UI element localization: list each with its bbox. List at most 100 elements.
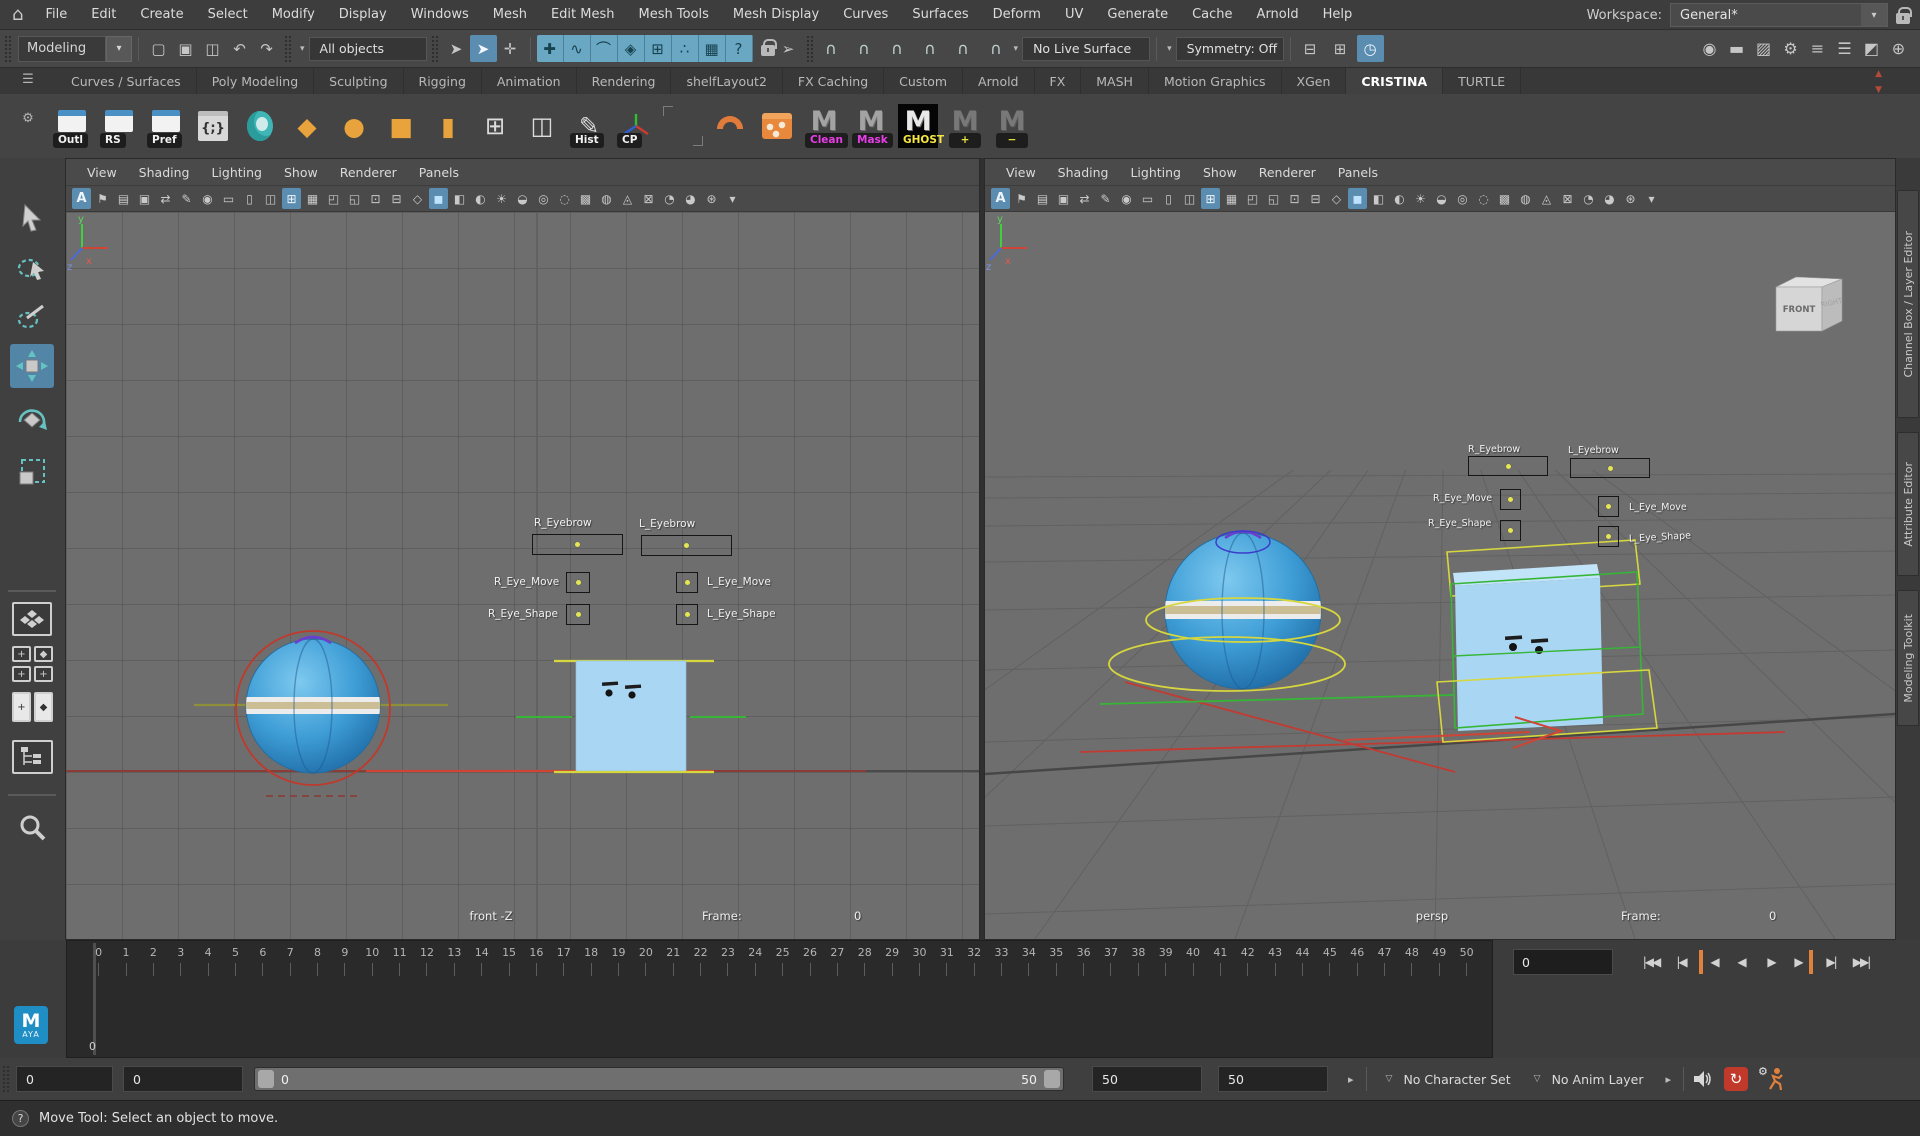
- tab-mash[interactable]: MASH: [1081, 68, 1149, 94]
- help-icon[interactable]: ?: [12, 1110, 29, 1127]
- menu-select[interactable]: Select: [196, 0, 260, 30]
- playback-loop-button[interactable]: ↻: [1724, 1067, 1748, 1091]
- layout-split-button[interactable]: ◆: [34, 692, 53, 722]
- safe-action-icon[interactable]: ◰: [1243, 188, 1262, 209]
- shadows-icon[interactable]: ◒: [513, 188, 532, 209]
- shelf-multicut-button[interactable]: ⊞: [475, 104, 515, 148]
- panel-menu-view[interactable]: View: [76, 165, 128, 180]
- tab-fx-caching[interactable]: FX Caching: [783, 68, 884, 94]
- frame-cell[interactable]: 28: [851, 943, 878, 983]
- frame-cell[interactable]: 19: [605, 943, 632, 983]
- chevron-down-icon[interactable]: ▾: [1861, 4, 1887, 26]
- tab-rendering[interactable]: Rendering: [577, 68, 672, 94]
- tab-sculpting[interactable]: Sculpting: [314, 68, 403, 94]
- select-camera-icon[interactable]: A: [991, 188, 1010, 209]
- field-chart-icon[interactable]: ▦: [1222, 188, 1241, 209]
- panel-menu-renderer[interactable]: Renderer: [1248, 165, 1327, 180]
- tab-turtle[interactable]: TURTLE: [1443, 68, 1521, 94]
- snap-to-view-plane-icon[interactable]: ∩: [950, 35, 977, 62]
- menu-help[interactable]: Help: [1311, 0, 1365, 30]
- frame-cell[interactable]: 3: [167, 943, 194, 983]
- shelf-subdiv-button[interactable]: ◆: [287, 104, 327, 148]
- menu-file[interactable]: File: [33, 0, 79, 30]
- menu-mesh-display[interactable]: Mesh Display: [721, 0, 831, 30]
- shelf-preferences-button[interactable]: Pref: [146, 104, 186, 148]
- menu-display[interactable]: Display: [327, 0, 399, 30]
- frame-cell[interactable]: 9: [331, 943, 358, 983]
- frame-cell[interactable]: 12: [413, 943, 440, 983]
- sequencer-icon[interactable]: ▦: [699, 35, 726, 62]
- r-eyebrow-control[interactable]: [1468, 456, 1548, 476]
- home-icon[interactable]: ⌂: [12, 4, 23, 25]
- lattice-icon[interactable]: ⊞: [645, 35, 672, 62]
- frame-cell[interactable]: 1: [112, 943, 139, 983]
- chevron-down-icon[interactable]: ▾: [296, 44, 309, 54]
- grid-icon[interactable]: ⊞: [282, 188, 301, 209]
- lighting-icon[interactable]: ☀: [492, 188, 511, 209]
- panel-menu-panels[interactable]: Panels: [1327, 165, 1389, 180]
- toolbar-grip[interactable]: [4, 35, 12, 63]
- shelf-mash-mask-button[interactable]: MMask: [851, 104, 891, 148]
- current-frame-field[interactable]: 0: [1513, 949, 1613, 975]
- chevron-down-icon[interactable]: ▾: [106, 36, 132, 62]
- control-dot[interactable]: [575, 542, 580, 547]
- panel-menu-lighting[interactable]: Lighting: [200, 165, 273, 180]
- xray-icon[interactable]: ⊠: [639, 188, 658, 209]
- l-eye-shape-control[interactable]: [676, 604, 698, 625]
- frame-cell[interactable]: 30: [906, 943, 933, 983]
- wireframe-icon[interactable]: ◇: [1327, 188, 1346, 209]
- shelf-scroll-down-icon[interactable]: ▼: [1875, 86, 1882, 94]
- camera-icon[interactable]: ◉: [198, 188, 217, 209]
- menu-surfaces[interactable]: Surfaces: [900, 0, 980, 30]
- panel-menu-panels[interactable]: Panels: [408, 165, 470, 180]
- film-gate-icon[interactable]: ▭: [219, 188, 238, 209]
- menu-uv[interactable]: UV: [1053, 0, 1095, 30]
- frame-cell[interactable]: 2: [140, 943, 167, 983]
- motion-blur-icon[interactable]: ◌: [555, 188, 574, 209]
- safe-title-icon[interactable]: ◱: [1264, 188, 1283, 209]
- control-dot[interactable]: [1608, 466, 1613, 471]
- renderer-menu-icon[interactable]: ▾: [723, 188, 742, 209]
- frame-cell[interactable]: 47: [1371, 943, 1398, 983]
- camera-icon[interactable]: ◉: [1117, 188, 1136, 209]
- panel-menu-show[interactable]: Show: [1192, 165, 1248, 180]
- control-dot[interactable]: [576, 612, 581, 617]
- resolution-gate-icon[interactable]: ▯: [240, 188, 259, 209]
- frame-all-icon[interactable]: ⊡: [1285, 188, 1304, 209]
- grid-icon[interactable]: ⊞: [1201, 188, 1220, 209]
- snap-to-projected-center-icon[interactable]: ∩: [917, 35, 944, 62]
- grease-pencil-icon[interactable]: ✎: [1096, 188, 1115, 209]
- depth-of-field-icon[interactable]: ◍: [1516, 188, 1535, 209]
- scale-tool[interactable]: [10, 452, 54, 492]
- exposure-icon[interactable]: ◔: [660, 188, 679, 209]
- camera-bookmark-icon[interactable]: ⚑: [93, 188, 112, 209]
- shelf-mash-remove-button[interactable]: M−: [992, 104, 1032, 148]
- tab-curves-surfaces[interactable]: Curves / Surfaces: [56, 68, 197, 94]
- r-eyebrow-control[interactable]: [532, 534, 623, 555]
- undo-icon[interactable]: ↶: [226, 35, 253, 62]
- lock-selection-icon[interactable]: [761, 45, 775, 56]
- frame-cell[interactable]: 20: [632, 943, 659, 983]
- layout-persp-front-button[interactable]: +: [34, 666, 53, 682]
- live-surface-field[interactable]: No Live Surface: [1022, 37, 1150, 61]
- pane-divider[interactable]: [980, 158, 984, 940]
- frame-cell[interactable]: 15: [495, 943, 522, 983]
- chevron-down-icon[interactable]: ▽: [1529, 1074, 1546, 1084]
- frame-cell[interactable]: 45: [1316, 943, 1343, 983]
- shelf-outliner-button[interactable]: Outl: [52, 104, 92, 148]
- step-back-key-button[interactable]: |◀: [1669, 950, 1693, 974]
- panel-menu-lighting[interactable]: Lighting: [1119, 165, 1192, 180]
- isolate-select-icon[interactable]: ◬: [1537, 188, 1556, 209]
- vtab-attribute-editor[interactable]: Attribute Editor: [1897, 432, 1919, 576]
- r-eye-move-control[interactable]: [1500, 489, 1521, 510]
- frame-cell[interactable]: 35: [1043, 943, 1070, 983]
- r-eye-shape-control[interactable]: [566, 604, 590, 625]
- frame-cell[interactable]: 41: [1207, 943, 1234, 983]
- menu-curves[interactable]: Curves: [831, 0, 900, 30]
- frame-cell[interactable]: 49: [1426, 943, 1453, 983]
- panel-menu-view[interactable]: View: [995, 165, 1047, 180]
- tab-rigging[interactable]: Rigging: [404, 68, 482, 94]
- save-scene-icon[interactable]: ◫: [199, 35, 226, 62]
- move-tool[interactable]: [10, 344, 54, 388]
- panel-menu-shading[interactable]: Shading: [1047, 165, 1120, 180]
